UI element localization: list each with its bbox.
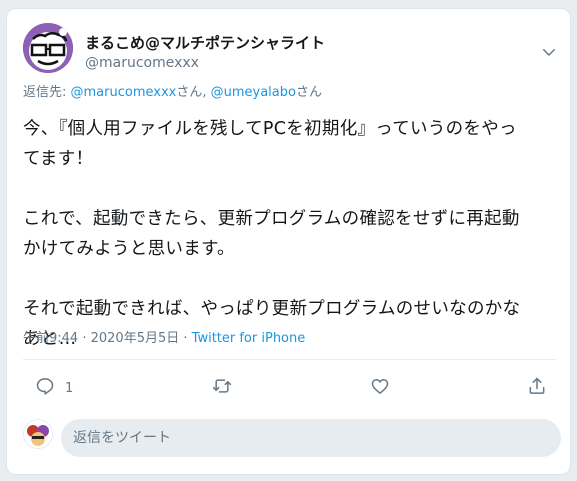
reply-button[interactable]: 1 [35,377,73,399]
reply-to-line: 返信先: @marucomexxxさん, @umeyalaboさん [23,84,322,102]
tweet-line: てます！ [23,149,94,169]
meta-separator: · [78,331,91,346]
tweet-actions: 1 [7,367,570,407]
tweet-line: 今、『個人用ファイルを残してPCを初期化』っていうのをやっ [23,119,517,139]
reply-to-honorific: さん [176,85,203,100]
share-icon [527,376,547,400]
like-button[interactable] [370,377,390,399]
tweet-paragraph: これで、起動できたら、更新プログラムの確認をせずに再起動 かけてみようと思います… [23,204,561,264]
chevron-down-icon[interactable] [540,43,558,61]
current-user-avatar [23,419,53,449]
reply-to-prefix: 返信先: [23,85,71,100]
tweet-paragraph: 今、『個人用ファイルを残してPCを初期化』っていうのをやっ てます！ [23,114,561,174]
reply-composer: 返信をツイート [7,409,570,459]
author-handle[interactable]: @marucomexxx [85,54,199,72]
reply-input[interactable]: 返信をツイート [61,419,561,457]
reply-to-user-link[interactable]: @marucomexxx [71,85,177,100]
reply-icon [35,376,55,400]
retweet-icon [212,376,232,400]
tweet-text: 今、『個人用ファイルを残してPCを初期化』っていうのをやっ てます！ これで、起… [23,114,561,354]
tweet-time[interactable]: 午前9:44 [23,331,78,346]
author-avatar[interactable] [23,23,73,73]
tweet-card: まるこめ@マルチポテンシャライト @marucomexxx 返信先: @maru… [6,8,571,475]
reply-to-user-link[interactable]: @umeyalabo [211,85,296,100]
like-icon [370,376,390,400]
reply-to-separator: , [202,85,211,100]
tweet-source-link[interactable]: Twitter for iPhone [192,331,306,346]
retweet-button[interactable] [212,377,232,399]
meta-separator: · [179,331,192,346]
reply-to-honorific: さん [295,85,322,100]
tweet-line: これで、起動できたら、更新プログラムの確認をせずに再起動 [23,209,520,229]
author-display-name[interactable]: まるこめ@マルチポテンシャライト [85,34,325,52]
share-button[interactable] [527,377,547,399]
tweet-date[interactable]: 2020年5月5日 [91,331,180,346]
tweet-meta: 午前9:44 · 2020年5月5日 · Twitter for iPhone [23,330,305,348]
divider [23,359,556,360]
tweet-line: それで起動できれば、やっぱり更新プログラムのせいなのかな [23,299,521,319]
tweet-line: かけてみようと思います。 [23,239,235,259]
reply-count: 1 [65,380,74,396]
